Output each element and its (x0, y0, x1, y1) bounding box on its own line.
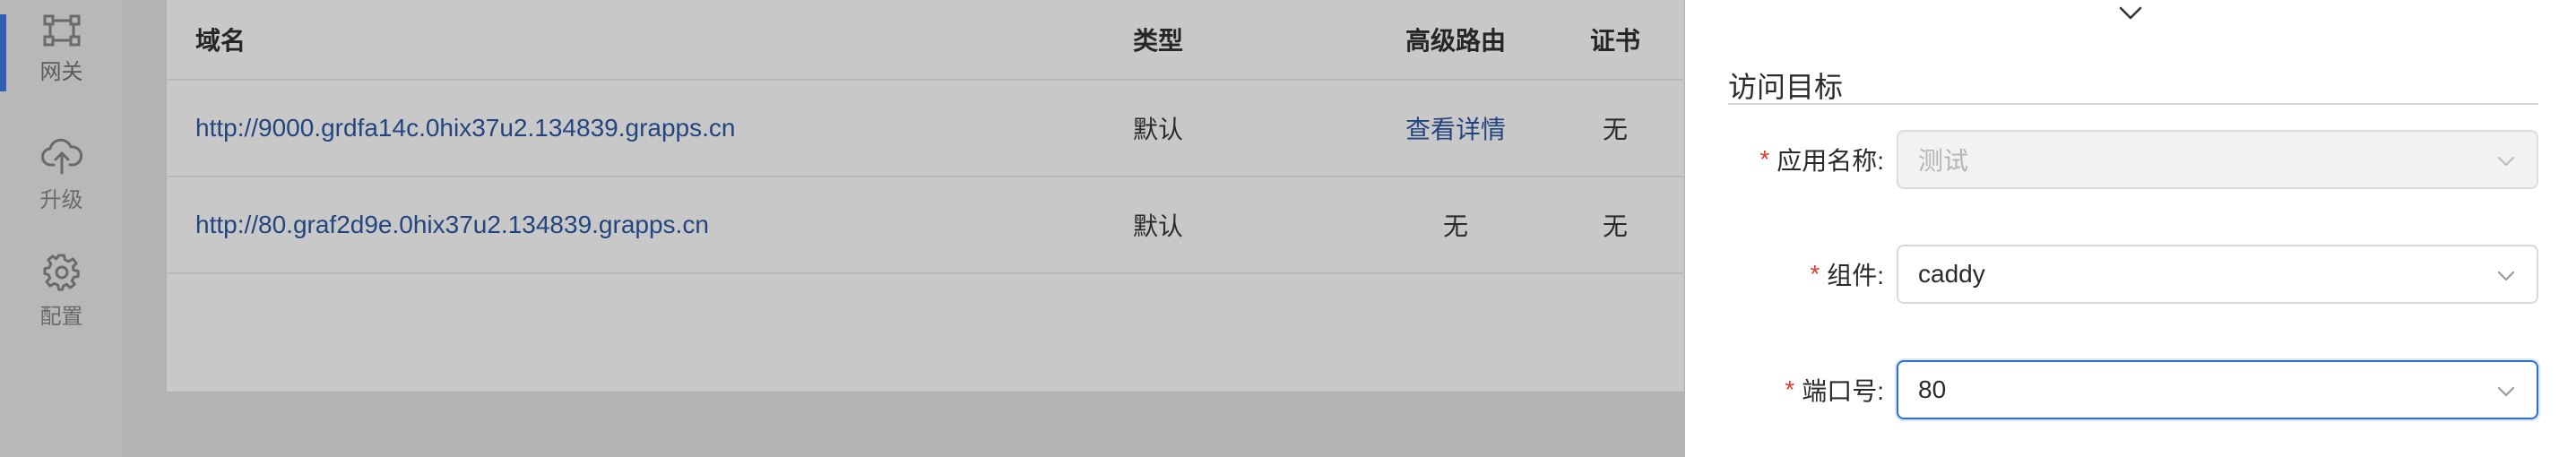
chevron-down-icon (2495, 380, 2517, 409)
sidebar-item-label: 网关 (39, 59, 83, 84)
form-row-app-name: * 应用名称: 测试 (1685, 130, 2576, 189)
field-label: * 组件: (1810, 245, 1884, 304)
type-cell: 默认 (1133, 116, 1184, 143)
component-select[interactable]: caddy (1897, 245, 2538, 304)
gear-icon (42, 253, 81, 298)
route-cell: 无 (1442, 212, 1468, 240)
required-mark: * (1759, 145, 1770, 173)
port-label: 端口号: (1802, 377, 1884, 405)
field-label: * 应用名称: (1759, 130, 1884, 189)
required-mark: * (1810, 260, 1820, 288)
view-details-link[interactable]: 查看详情 (1348, 81, 1563, 176)
table-header: 域名 类型 高级路由 证书 (167, 0, 1686, 81)
section-divider (1728, 103, 2538, 105)
form-row-port: * 端口号: 80 (1685, 360, 2576, 419)
port-select[interactable]: 80 (1897, 360, 2538, 419)
select-value: 测试 (1918, 147, 1969, 175)
header-cert: 证书 (1589, 27, 1640, 55)
sidebar-item-upgrade[interactable]: 升级 (0, 125, 123, 224)
sidebar-item-gateway[interactable]: 网关 (0, 0, 123, 99)
cert-cell: 无 (1602, 212, 1628, 240)
domain-link[interactable]: http://9000.grdfa14c.0hix37u2.134839.gra… (195, 81, 735, 176)
app-name-select: 测试 (1897, 130, 2538, 189)
domain-table: 域名 类型 高级路由 证书 http://9000.grdfa14c.0hix3… (166, 0, 1686, 392)
component-label: 组件: (1827, 262, 1884, 289)
drawer-panel: 访问目标 * 应用名称: 测试 * 组件: caddy * 端口号: 80 (1685, 0, 2576, 457)
table-row: http://80.graf2d9e.0hix37u2.134839.grapp… (167, 177, 1686, 274)
cert-cell: 无 (1602, 116, 1628, 143)
type-cell: 默认 (1133, 212, 1184, 240)
sidebar: 网关 升级 配置 (0, 0, 123, 457)
header-type: 类型 (1133, 27, 1184, 55)
main-content: 域名 类型 高级路由 证书 http://9000.grdfa14c.0hix3… (123, 0, 1686, 457)
header-domain: 域名 (195, 27, 246, 55)
chevron-down-icon (2495, 150, 2517, 178)
select-value: 80 (1918, 375, 1947, 403)
domain-link[interactable]: http://80.graf2d9e.0hix37u2.134839.grapp… (195, 177, 709, 272)
header-route: 高级路由 (1405, 27, 1506, 55)
form-row-component: * 组件: caddy (1685, 245, 2576, 304)
table-row: http://9000.grdfa14c.0hix37u2.134839.gra… (167, 81, 1686, 177)
sidebar-item-config[interactable]: 配置 (0, 242, 123, 341)
sidebar-item-label: 配置 (39, 304, 83, 329)
cloud-upload-icon (40, 137, 82, 182)
select-value: caddy (1918, 260, 1985, 288)
chevron-down-icon (2495, 264, 2517, 293)
field-label: * 端口号: (1785, 360, 1884, 419)
sidebar-item-label: 升级 (39, 187, 83, 212)
gateway-icon (42, 14, 82, 54)
section-title: 访问目标 (1728, 71, 1844, 103)
required-mark: * (1785, 375, 1795, 403)
app-name-label: 应用名称: (1776, 147, 1884, 175)
chevron-down-icon[interactable] (2117, 4, 2144, 28)
